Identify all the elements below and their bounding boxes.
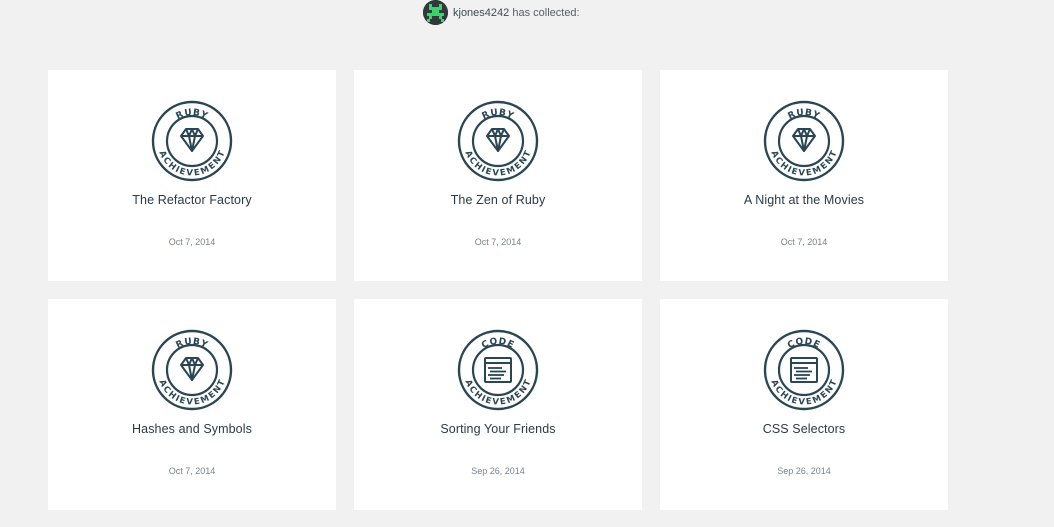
code-window-icon: CODEACHIEVEMENT — [763, 329, 845, 411]
diamond-icon: RUBY ACHIEVEMENT — [763, 100, 845, 182]
achievement-date: Oct 7, 2014 — [474, 237, 522, 247]
achievement-card[interactable]: CODE ACHIEVEMENT CSS Selectors Sep 26, 20… — [660, 299, 948, 510]
svg-text:ACHIEVEMENT: ACHIEVEMENT — [769, 149, 839, 178]
achievement-title: Hashes and Symbols — [132, 422, 252, 436]
svg-text:RUBY: RUBY — [481, 108, 516, 122]
svg-text:RUBY: RUBY — [175, 337, 210, 351]
svg-text:ACHIEVEMENT: ACHIEVEMENT — [463, 149, 533, 178]
svg-text:ACHIEVEMENT: ACHIEVEMENT — [157, 378, 227, 407]
code-window-icon: CODEACHIEVEMENT — [457, 329, 539, 411]
achievement-date: Oct 7, 2014 — [168, 466, 216, 476]
svg-text:ACHIEVEMENT: ACHIEVEMENT — [157, 149, 227, 178]
achievement-date: Sep 26, 2014 — [777, 466, 831, 476]
svg-text:CODE: CODE — [480, 337, 516, 351]
diamond-icon: RUBY ACHIEVEMENT — [457, 100, 539, 182]
username-link[interactable]: kjones4242 — [453, 7, 509, 19]
svg-text:CODE: CODE — [786, 337, 822, 351]
achievement-date: Oct 7, 2014 — [780, 237, 828, 247]
avatar[interactable] — [423, 0, 448, 25]
achievement-title: The Zen of Ruby — [450, 193, 546, 207]
achievement-date: Oct 7, 2014 — [168, 237, 216, 247]
achievement-card[interactable]: CODE ACHIEVEMENT Sorting Your Friends Sep… — [354, 299, 642, 510]
svg-text:RUBY: RUBY — [787, 108, 822, 122]
achievement-title: CSS Selectors — [762, 422, 846, 436]
achievement-grid: RUBY ACHIEVEMENT The Refactor Factory Oct… — [48, 70, 948, 510]
collected-label: kjones4242 has collected: — [453, 7, 580, 19]
achievement-card[interactable]: RUBY ACHIEVEMENT Hashes and Symbols Oct 7… — [48, 299, 336, 510]
achievement-card[interactable]: RUBY ACHIEVEMENT The Zen of Ruby Oct 7, 2… — [354, 70, 642, 281]
achievement-card[interactable]: RUBY ACHIEVEMENT The Refactor Factory Oct… — [48, 70, 336, 281]
achievement-card[interactable]: RUBY ACHIEVEMENT A Night at the Movies Oc… — [660, 70, 948, 281]
achievement-date: Sep 26, 2014 — [471, 466, 525, 476]
achievement-title: The Refactor Factory — [132, 193, 252, 207]
diamond-icon: RUBY ACHIEVEMENT — [151, 329, 233, 411]
achievement-title: Sorting Your Friends — [440, 422, 556, 436]
collection-header: kjones4242 has collected: — [423, 0, 580, 25]
diamond-icon: RUBY ACHIEVEMENT — [151, 100, 233, 182]
collected-suffix: has collected: — [512, 6, 580, 19]
svg-text:RUBY: RUBY — [175, 108, 210, 122]
achievement-title: A Night at the Movies — [743, 193, 865, 207]
